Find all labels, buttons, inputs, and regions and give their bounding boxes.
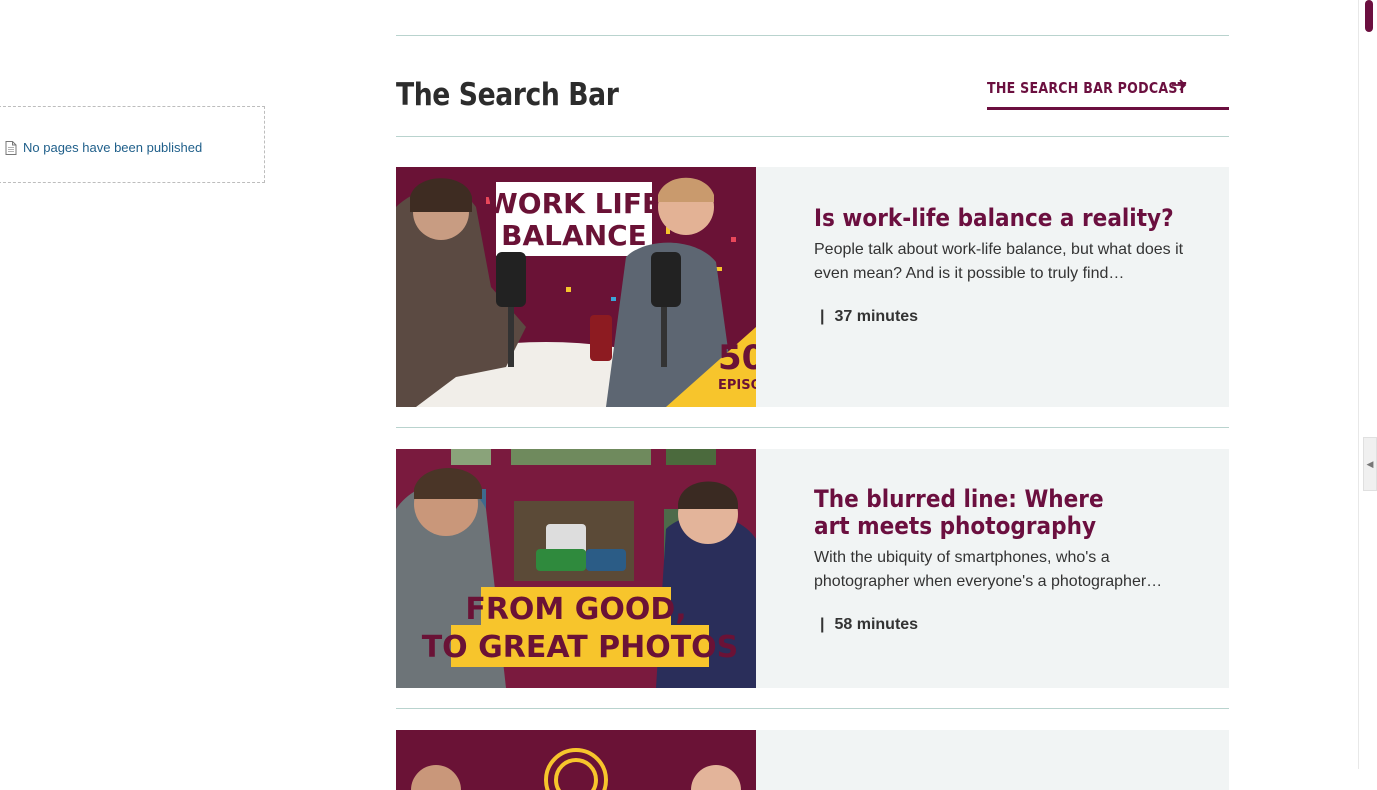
- thumbnail-text-line-2: TO GREAT PHOTOS: [422, 630, 739, 665]
- episode-thumbnail: WORK LIFE BALANCE 50 EPISO: [396, 167, 756, 407]
- episode-thumbnail: FROM GOOD, TO GREAT PHOTOS: [396, 449, 756, 688]
- episode-divider: [396, 708, 1229, 709]
- thumbnail-text-line-2: BALANCE: [501, 219, 647, 252]
- episode-description: With the ubiquity of smartphones, who's …: [814, 549, 1163, 590]
- episode-description: People talk about work-life balance, but…: [814, 241, 1184, 282]
- thumbnail-text-line-1: FROM GOOD,: [465, 592, 686, 627]
- section-divider-top: [396, 35, 1229, 36]
- podcast-link-label: THE SEARCH BAR PODCAST: [987, 79, 1187, 97]
- episode-card[interactable]: [396, 730, 1229, 790]
- section-divider-header: [396, 136, 1229, 137]
- empty-pages-label: No pages have been published: [23, 140, 203, 155]
- caret-left-icon: ◀: [1366, 458, 1374, 469]
- meta-divider: |: [820, 308, 825, 325]
- empty-pages-message: No pages have been published: [5, 140, 202, 155]
- document-icon: [5, 140, 17, 155]
- episode-title[interactable]: The blurred line: Where art meets photog…: [814, 486, 1138, 540]
- thumbnail-badge-number: 50: [718, 338, 756, 378]
- pages-panel: No pages have been published: [0, 106, 265, 183]
- podcast-link[interactable]: THE SEARCH BAR PODCAST: [987, 77, 1229, 110]
- episode-duration: 58 minutes: [834, 616, 919, 633]
- episode-info: Is work-life balance a reality? People t…: [814, 167, 1184, 326]
- scrollbar-thumb[interactable]: [1365, 0, 1373, 32]
- thumbnail-badge-label: EPISO: [718, 378, 756, 393]
- episode-thumbnail-image: FROM GOOD, TO GREAT PHOTOS: [396, 449, 756, 688]
- episode-card[interactable]: WORK LIFE BALANCE 50 EPISO Is work-lif: [396, 167, 1229, 407]
- episode-meta: | 58 minutes: [814, 616, 1184, 634]
- scrollbar[interactable]: [1358, 0, 1377, 769]
- thumbnail-text-line-1: WORK LIFE: [487, 187, 661, 220]
- section-title: The Search Bar: [396, 77, 619, 113]
- episode-title[interactable]: Is work-life balance a reality?: [814, 205, 1174, 232]
- episode-duration: 37 minutes: [834, 308, 919, 325]
- episode-thumbnail-image: [396, 730, 756, 790]
- episode-thumbnail-image: WORK LIFE BALANCE 50 EPISO: [396, 167, 756, 407]
- episode-thumbnail: [396, 730, 756, 790]
- episode-meta: | 37 minutes: [814, 308, 1184, 326]
- episode-divider: [396, 427, 1229, 428]
- episode-card[interactable]: FROM GOOD, TO GREAT PHOTOS The blurred l…: [396, 449, 1229, 688]
- collapse-panel-toggle[interactable]: ◀: [1363, 437, 1377, 491]
- meta-divider: |: [820, 616, 825, 633]
- episode-info: The blurred line: Where art meets photog…: [814, 449, 1184, 634]
